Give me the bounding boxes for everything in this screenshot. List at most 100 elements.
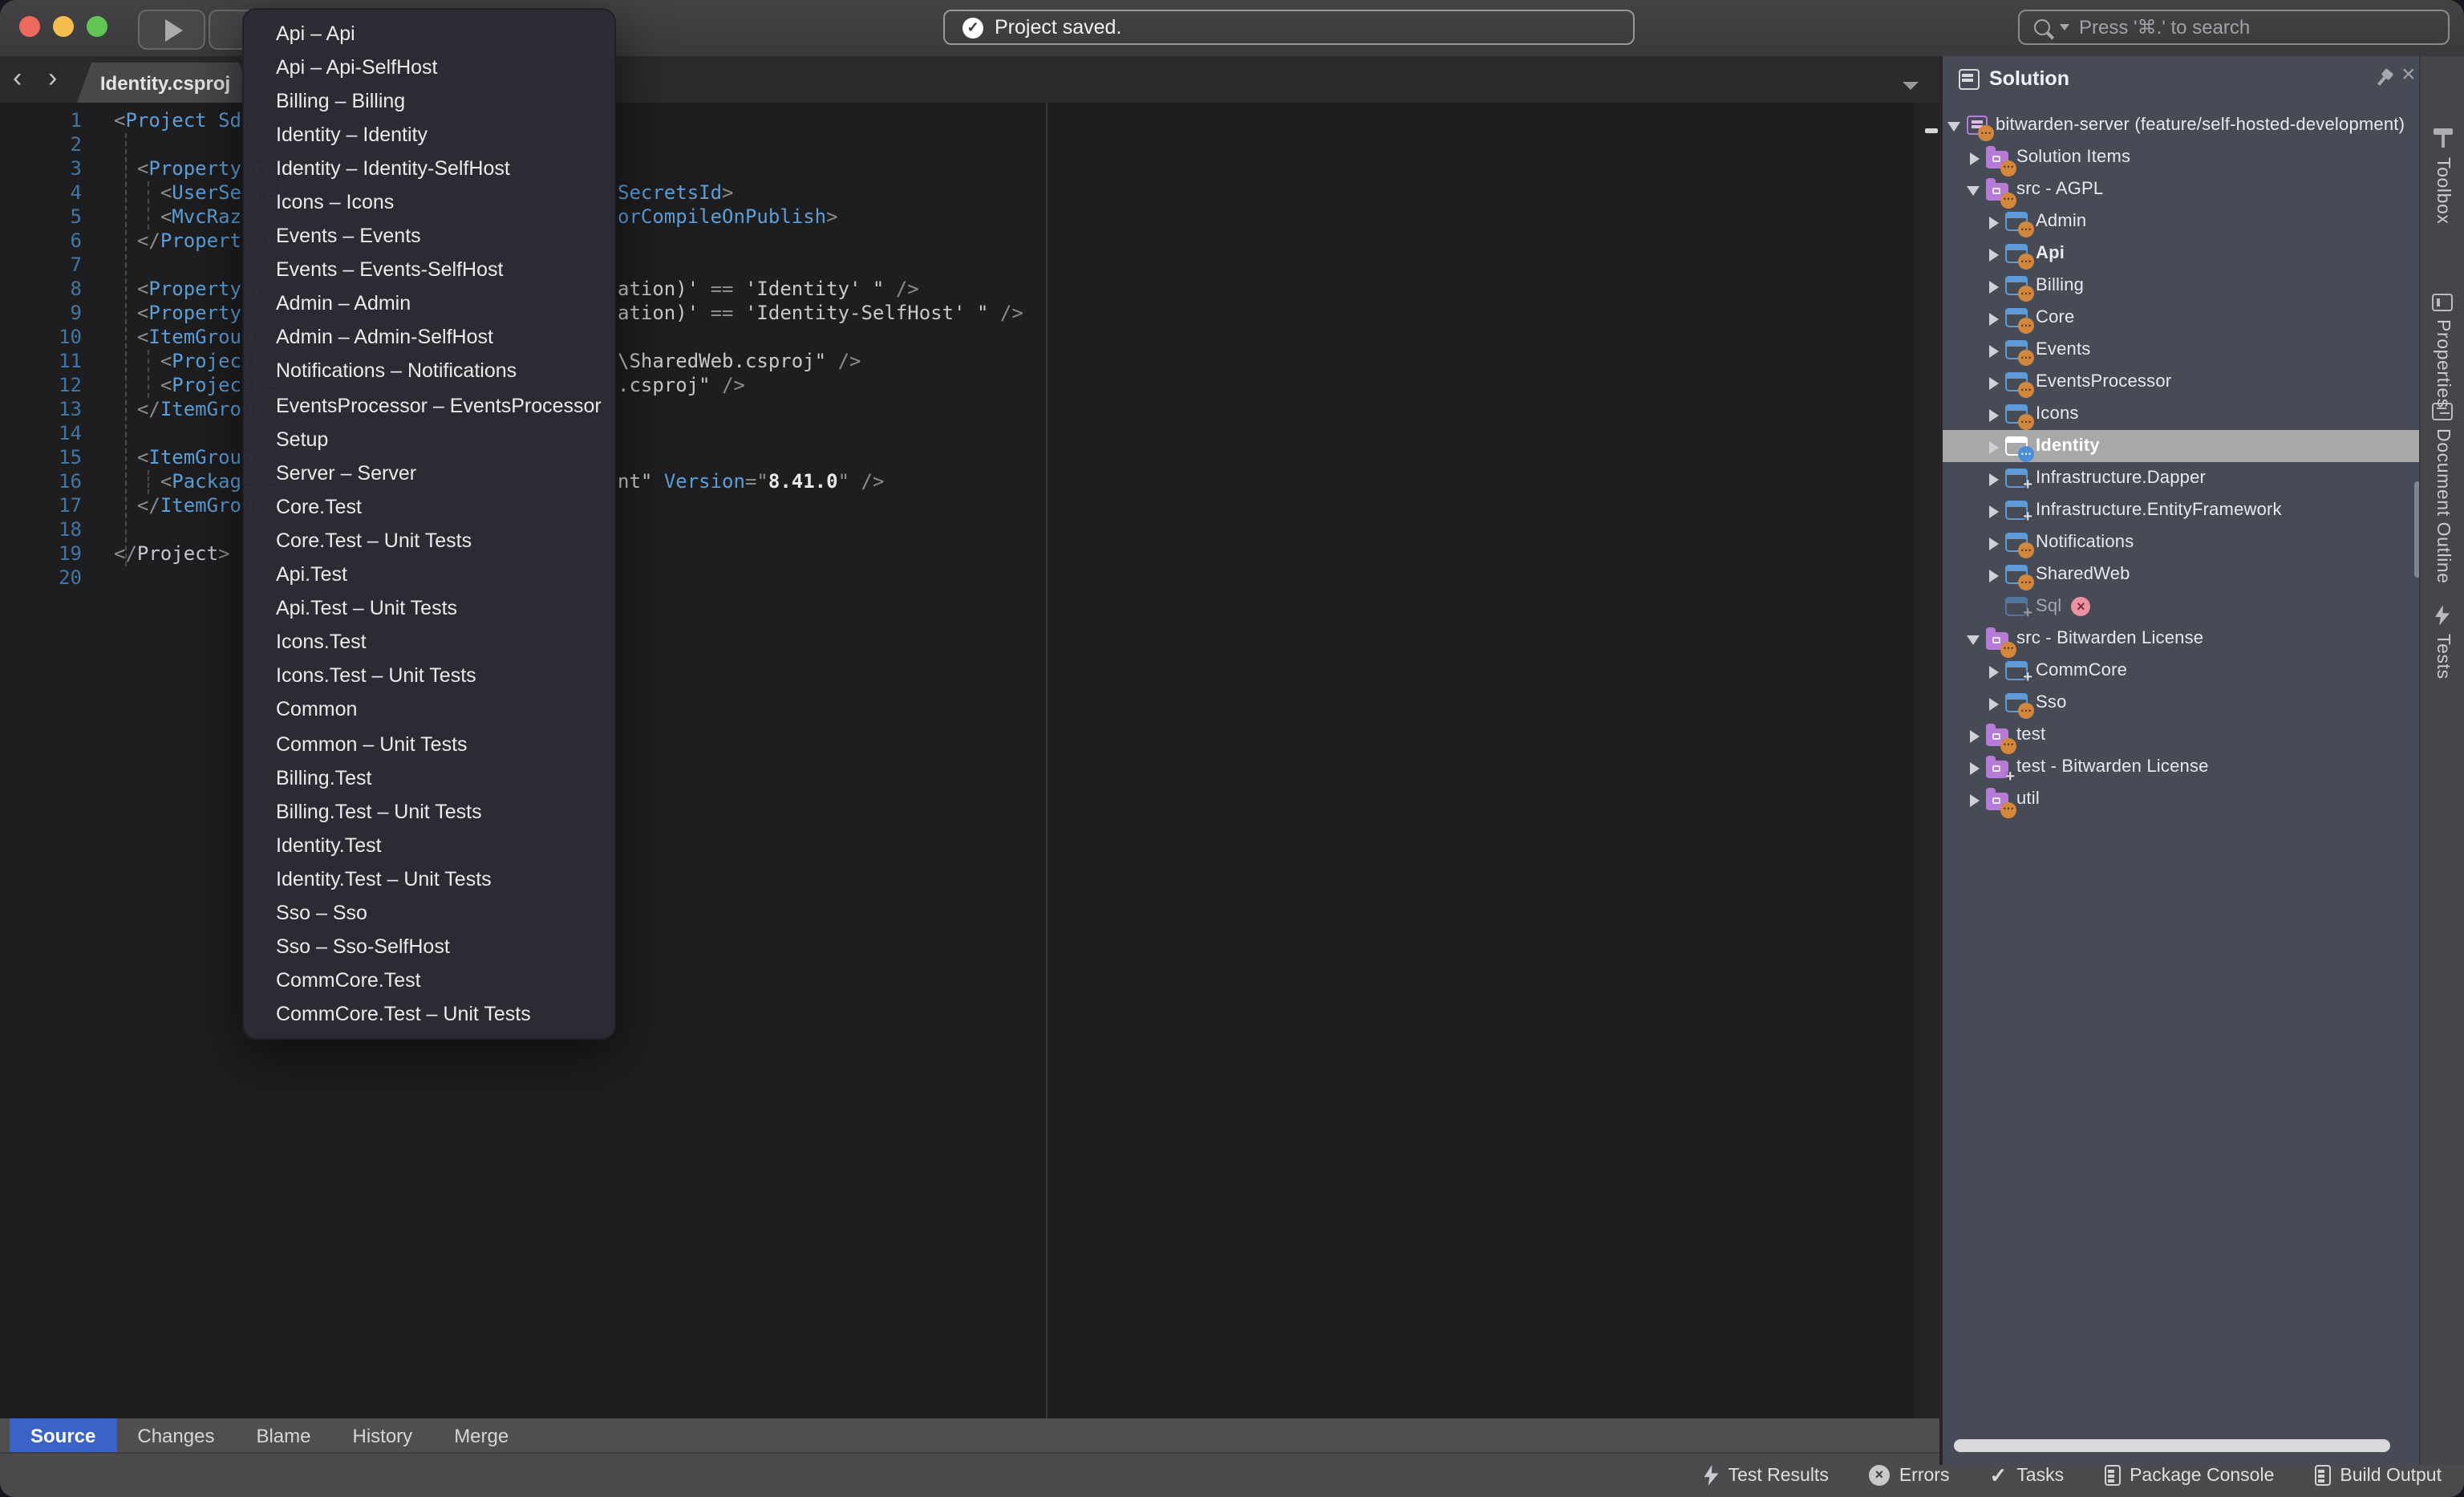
navigate-forward-button[interactable]: ›	[48, 61, 57, 96]
config-menu-item[interactable]: Core.Test – Unit Tests	[244, 524, 614, 558]
config-menu-item[interactable]: Icons – Icons	[244, 185, 614, 219]
editor-tab-identity-csproj[interactable]: Identity.csproj	[77, 63, 253, 103]
config-menu-item[interactable]: Core.Test	[244, 490, 614, 524]
chevron-expanded-icon[interactable]	[1967, 182, 1981, 197]
config-menu-item[interactable]: Api – Api	[244, 16, 614, 50]
config-menu-item[interactable]: Admin – Admin-SelfHost	[244, 321, 614, 355]
tree-row[interactable]: +test - Bitwarden License	[1943, 751, 2419, 783]
chevron-collapsed-icon[interactable]	[1986, 471, 2000, 485]
view-tab-blame[interactable]: Blame	[235, 1418, 331, 1452]
config-menu-item[interactable]: Identity – Identity	[244, 118, 614, 152]
chevron-collapsed-icon[interactable]	[1986, 246, 2000, 261]
config-menu-item[interactable]: Billing.Test	[244, 761, 614, 794]
status-item-package-console[interactable]: Package Console	[2104, 1465, 2274, 1486]
config-menu-item[interactable]: Identity.Test – Unit Tests	[244, 862, 614, 896]
chevron-expanded-icon[interactable]	[1947, 118, 1962, 132]
chevron-collapsed-icon[interactable]	[1986, 696, 2000, 710]
solution-horizontal-scrollbar[interactable]	[1954, 1439, 2390, 1452]
run-button[interactable]	[138, 10, 205, 50]
view-tab-source[interactable]: Source	[10, 1418, 116, 1452]
config-menu-item[interactable]: EventsProcessor – EventsProcessor	[244, 388, 614, 422]
config-menu-item[interactable]: Identity – Identity-SelfHost	[244, 152, 614, 185]
tree-row[interactable]: ⋯Core	[1943, 302, 2419, 334]
chevron-collapsed-icon[interactable]	[1986, 535, 2000, 550]
config-menu-item[interactable]: CommCore.Test	[244, 964, 614, 997]
chevron-collapsed-icon[interactable]	[1986, 278, 2000, 293]
status-item-errors[interactable]: ×Errors	[1869, 1465, 1950, 1486]
config-menu-item[interactable]: Billing – Billing	[244, 83, 614, 117]
pad-tab-tests[interactable]: Tests	[2421, 605, 2464, 680]
tree-row[interactable]: ⋯util	[1943, 783, 2419, 815]
tree-row[interactable]: ⋯SharedWeb	[1943, 558, 2419, 590]
chevron-expanded-icon[interactable]	[1967, 631, 1981, 646]
chevron-collapsed-icon[interactable]	[1967, 728, 1981, 742]
tree-row[interactable]: ⋯Events	[1943, 334, 2419, 366]
tree-row[interactable]: ⋯Notifications	[1943, 526, 2419, 558]
pad-tab-toolbox[interactable]: Toolbox	[2421, 127, 2464, 225]
close-icon[interactable]: ×	[2401, 61, 2416, 88]
tree-row[interactable]: ⋯Icons	[1943, 398, 2419, 430]
tree-row[interactable]: ⋯src - Bitwarden License	[1943, 623, 2419, 655]
tree-row[interactable]: +Infrastructure.Dapper	[1943, 462, 2419, 494]
window-zoom-button[interactable]	[87, 16, 107, 37]
config-menu-item[interactable]: Billing.Test – Unit Tests	[244, 794, 614, 828]
global-search-field[interactable]	[2018, 10, 2450, 45]
chevron-collapsed-icon[interactable]	[1967, 760, 1981, 774]
status-item-tasks[interactable]: ✓Tasks	[1989, 1465, 2064, 1486]
config-menu-item[interactable]: Api.Test – Unit Tests	[244, 591, 614, 625]
config-menu-item[interactable]: Events – Events	[244, 219, 614, 253]
window-minimize-button[interactable]	[53, 16, 74, 37]
pad-tab-properties[interactable]: Properties	[2421, 294, 2464, 408]
tree-row[interactable]: ⋯test	[1943, 719, 2419, 751]
chevron-collapsed-icon[interactable]	[1986, 567, 2000, 582]
tree-row[interactable]: ⋯src - AGPL	[1943, 173, 2419, 205]
chevron-collapsed-icon[interactable]	[1986, 214, 2000, 229]
chevron-collapsed-icon[interactable]	[1986, 310, 2000, 325]
chevron-collapsed-icon[interactable]	[1986, 343, 2000, 357]
tree-row[interactable]: ⋯Solution Items	[1943, 141, 2419, 173]
config-menu-item[interactable]: Setup	[244, 422, 614, 456]
status-item-test-results[interactable]: Test Results	[1704, 1465, 1829, 1486]
pad-tab-document-outline[interactable]: Document Outline	[2421, 403, 2464, 584]
config-menu-item[interactable]: Notifications – Notifications	[244, 355, 614, 388]
tree-row[interactable]: ⋯Billing	[1943, 270, 2419, 302]
editor-scrollbar[interactable]	[1914, 103, 1939, 1418]
tree-row[interactable]: ⋯Identity	[1943, 430, 2419, 462]
chevron-collapsed-icon[interactable]	[1986, 439, 2000, 453]
tree-row[interactable]: ⋯Sso	[1943, 687, 2419, 719]
tree-row[interactable]: +Infrastructure.EntityFramework	[1943, 494, 2419, 526]
chevron-collapsed-icon[interactable]	[1986, 407, 2000, 421]
tab-list-dropdown-icon[interactable]	[1903, 82, 1919, 90]
config-menu-item[interactable]: Server – Server	[244, 456, 614, 489]
config-menu-item[interactable]: Sso – Sso-SelfHost	[244, 930, 614, 964]
config-menu-item[interactable]: Common	[244, 693, 614, 727]
config-menu-item[interactable]: CommCore.Test – Unit Tests	[244, 997, 614, 1031]
tree-row[interactable]: ⋯Api	[1943, 237, 2419, 270]
navigate-back-button[interactable]: ‹	[13, 61, 22, 96]
chevron-collapsed-icon[interactable]	[1986, 503, 2000, 517]
config-menu-item[interactable]: Icons.Test – Unit Tests	[244, 659, 614, 693]
config-menu-item[interactable]: Admin – Admin	[244, 287, 614, 321]
tree-row[interactable]: +Sql×	[1943, 590, 2419, 623]
config-menu-item[interactable]: Api.Test	[244, 558, 614, 591]
status-item-build-output[interactable]: Build Output	[2314, 1465, 2442, 1486]
pin-icon[interactable]	[2370, 65, 2397, 92]
config-menu-item[interactable]: Common – Unit Tests	[244, 727, 614, 761]
window-close-button[interactable]	[19, 16, 40, 37]
config-menu-item[interactable]: Icons.Test	[244, 625, 614, 659]
view-tab-merge[interactable]: Merge	[433, 1418, 529, 1452]
config-menu-item[interactable]: Identity.Test	[244, 829, 614, 862]
config-menu-item[interactable]: Api – Api-SelfHost	[244, 50, 614, 83]
chevron-collapsed-icon[interactable]	[1986, 375, 2000, 389]
config-menu-item[interactable]: Sso – Sso	[244, 896, 614, 930]
config-menu-item[interactable]: Events – Events-SelfHost	[244, 253, 614, 286]
tree-row[interactable]: +CommCore	[1943, 655, 2419, 687]
tree-row[interactable]: ⋯bitwarden-server (feature/self-hosted-d…	[1943, 109, 2419, 141]
tree-row[interactable]: ⋯EventsProcessor	[1943, 366, 2419, 398]
view-tab-history[interactable]: History	[332, 1418, 434, 1452]
search-input[interactable]	[2076, 14, 2403, 40]
tree-row[interactable]: ⋯Admin	[1943, 205, 2419, 237]
chevron-collapsed-icon[interactable]	[1967, 792, 1981, 806]
chevron-collapsed-icon[interactable]	[1967, 150, 1981, 164]
view-tab-changes[interactable]: Changes	[116, 1418, 235, 1452]
